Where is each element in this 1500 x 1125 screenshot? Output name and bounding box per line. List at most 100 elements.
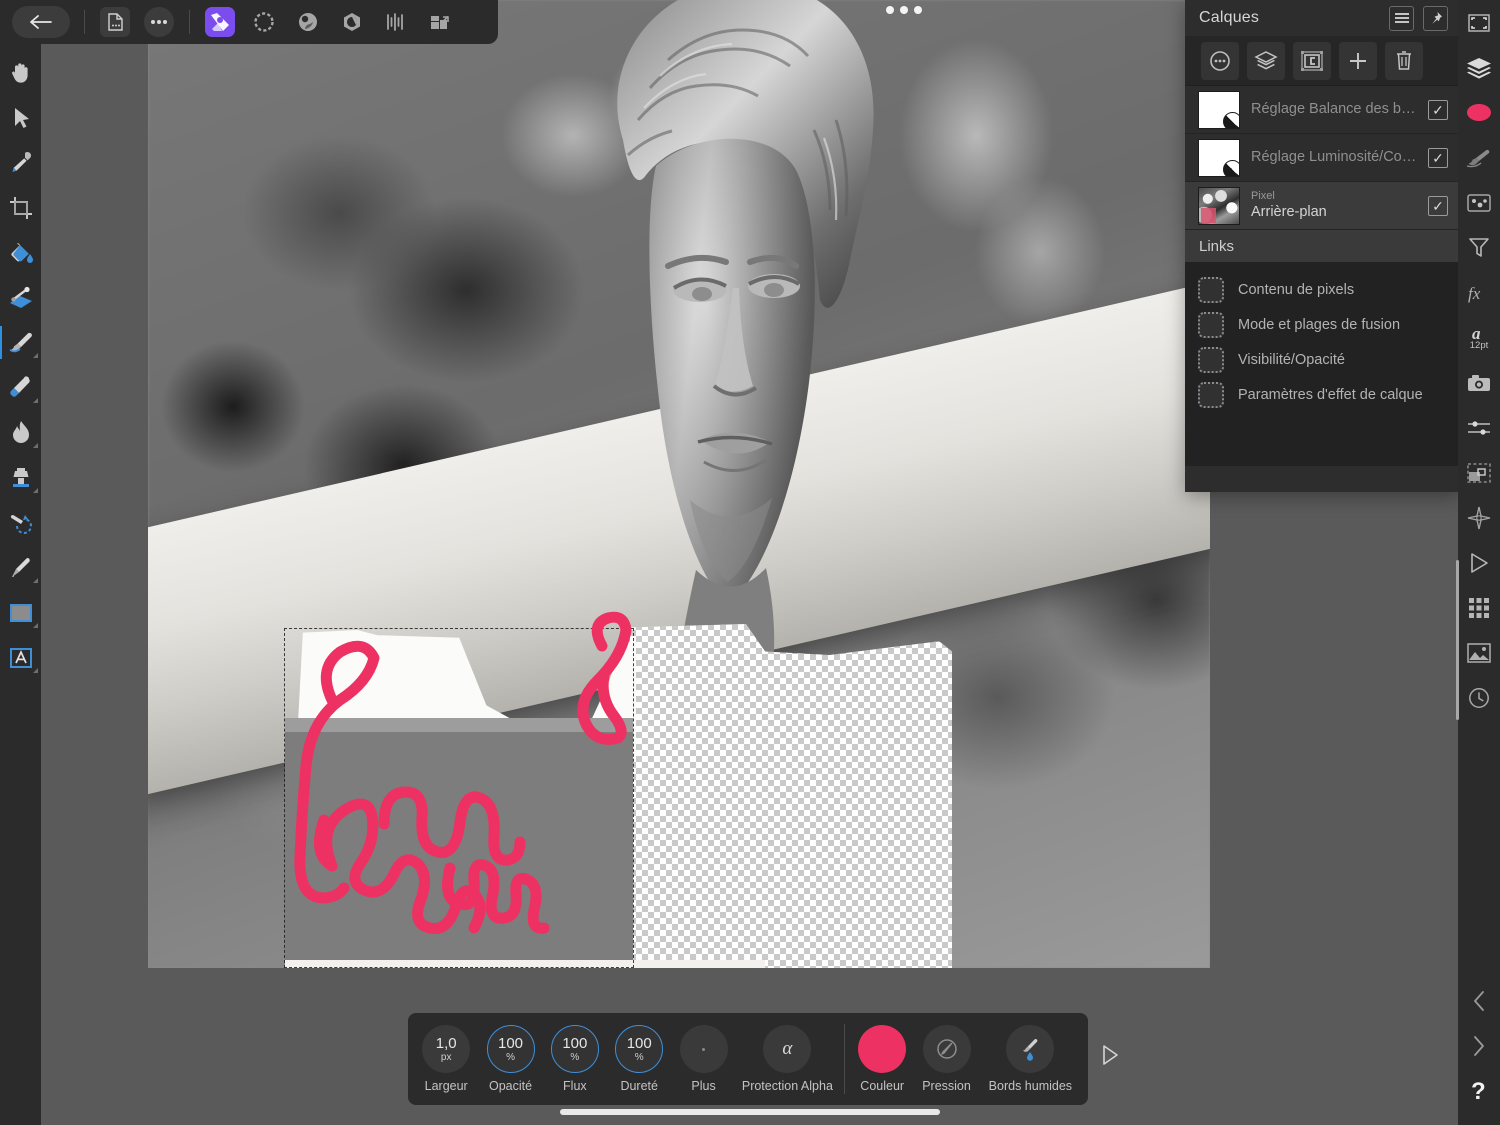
add-layer-button[interactable] [1339, 41, 1377, 80]
photo-persona-button[interactable] [198, 5, 242, 39]
adjustment-studio-icon[interactable] [1458, 225, 1500, 270]
merge-layers-button[interactable] [1247, 41, 1285, 80]
layer-visibility-checkbox[interactable]: ✓ [1428, 99, 1448, 120]
develop-persona-button[interactable] [286, 5, 330, 39]
panorama-persona-button[interactable] [374, 5, 418, 39]
link-item-visibility-opacity[interactable]: Visibilité/Opacité [1185, 342, 1460, 377]
color-picker-tool[interactable] [0, 140, 41, 185]
liquify-persona-button[interactable] [242, 5, 286, 39]
delete-layer-button[interactable] [1385, 41, 1423, 80]
pressure-icon [936, 1039, 957, 1059]
effects-studio-icon[interactable]: fx [1458, 270, 1500, 315]
text-studio-icon[interactable]: a 12pt [1458, 315, 1500, 360]
panel-menu-button[interactable] [1389, 5, 1414, 31]
layer-row[interactable]: Réglage Luminosité/Contr… ✓ [1185, 134, 1460, 182]
crop-tool[interactable] [0, 185, 41, 230]
next-panel-icon[interactable] [1458, 1023, 1500, 1068]
expand-toolbar-arrow[interactable] [1100, 1044, 1120, 1071]
brush-opacity-control[interactable]: 100 % Opacité [478, 1025, 542, 1093]
brush-more-control[interactable]: Plus [671, 1025, 735, 1093]
brush-flow-control[interactable]: 100 % Flux [543, 1025, 607, 1093]
undo-brush-tool[interactable] [0, 500, 41, 545]
wet-edges-knob[interactable] [1006, 1025, 1055, 1073]
brush-pressure-knob[interactable] [922, 1025, 971, 1073]
brush-hardness-control[interactable]: 100 % Dureté [607, 1025, 671, 1093]
layer-visibility-checkbox[interactable]: ✓ [1428, 195, 1448, 216]
eraser-tool[interactable] [0, 365, 41, 410]
gradient-icon [9, 286, 32, 308]
brush-flow-knob[interactable]: 100 % [550, 1025, 599, 1073]
link-item-pixel-content[interactable]: Contenu de pixels [1185, 272, 1460, 307]
burn-tool[interactable] [0, 410, 41, 455]
mask-layer-button[interactable] [1293, 41, 1331, 80]
alpha-protection-control[interactable]: α Protection Alpha [736, 1025, 839, 1093]
brush-pressure-control[interactable]: Pression [914, 1025, 978, 1093]
affinity-photo-window: Calques Réglage Balance des blan… ✓ Régl… [0, 0, 1500, 1125]
macro-studio-icon[interactable] [1458, 540, 1500, 585]
svg-text:fx: fx [1468, 284, 1481, 303]
canvas-move-handle[interactable] [886, 6, 922, 14]
back-button[interactable] [12, 6, 70, 38]
text-tool[interactable] [0, 635, 41, 680]
brush-opacity-knob[interactable]: 100 % [486, 1025, 535, 1073]
pen-tool[interactable] [0, 545, 41, 590]
link-checkbox[interactable] [1198, 381, 1224, 408]
layer-row[interactable]: Pixel Arrière-plan ✓ [1185, 182, 1460, 230]
shape-tool[interactable] [0, 590, 41, 635]
gradient-tool[interactable] [0, 275, 41, 320]
hand-tool[interactable] [0, 50, 41, 95]
chevron-left-icon [1474, 990, 1484, 1011]
pin-panel-button[interactable] [1423, 5, 1448, 31]
sliders-studio-icon[interactable] [1458, 405, 1500, 450]
tone-mapping-persona-button[interactable] [330, 5, 374, 39]
move-tool[interactable] [0, 95, 41, 140]
crop-icon [9, 196, 32, 219]
layer-thumbnail [1198, 138, 1240, 177]
brush-width-control[interactable]: 1,0 px Largeur [414, 1025, 478, 1093]
grid-studio-icon[interactable] [1458, 585, 1500, 630]
history-studio-icon[interactable] [1458, 675, 1500, 720]
snapshot-studio-icon[interactable] [1458, 360, 1500, 405]
alpha-glyph-icon: α [782, 1038, 793, 1059]
brush-colour-swatch[interactable] [858, 1025, 907, 1073]
clone-stamp-tool[interactable] [0, 455, 41, 500]
paint-brush-tool[interactable] [0, 320, 41, 365]
brush-more-knob[interactable] [679, 1025, 728, 1073]
wet-edges-control[interactable]: Bords humides [979, 1025, 1082, 1093]
layer-options-button[interactable] [1201, 41, 1239, 80]
alpha-protection-knob[interactable]: α [763, 1025, 812, 1073]
layer-visibility-checkbox[interactable]: ✓ [1428, 147, 1448, 168]
layer-row[interactable]: Réglage Balance des blan… ✓ [1185, 86, 1460, 134]
link-checkbox[interactable] [1198, 276, 1224, 303]
link-label: Contenu de pixels [1238, 281, 1355, 298]
question-mark-icon: ? [1471, 1078, 1486, 1105]
paint-bucket-tool[interactable] [0, 230, 41, 275]
transform-studio-icon[interactable] [1458, 450, 1500, 495]
compass-icon [1467, 506, 1491, 529]
more-menu-button[interactable] [137, 5, 181, 39]
document-canvas[interactable] [148, 0, 1210, 968]
brush-pressure-label: Pression [922, 1079, 971, 1093]
previous-panel-icon[interactable] [1458, 978, 1500, 1023]
assets-studio-icon[interactable] [1458, 630, 1500, 675]
brush-colour-control[interactable]: Couleur [850, 1025, 914, 1093]
link-item-layer-effect-params[interactable]: Paramètres d'effet de calque [1185, 377, 1460, 412]
link-checkbox[interactable] [1198, 311, 1224, 338]
layers-studio-icon[interactable] [1458, 45, 1500, 90]
clock-icon [1469, 687, 1489, 708]
navigator-studio-icon[interactable] [1458, 495, 1500, 540]
brush-width-knob[interactable]: 1,0 px [422, 1025, 471, 1073]
chevron-right-icon [1474, 1035, 1484, 1056]
export-persona-button[interactable] [418, 5, 462, 39]
brush-hardness-knob[interactable]: 100 % [615, 1025, 664, 1073]
link-checkbox[interactable] [1198, 346, 1224, 373]
colour-swatch [1467, 104, 1491, 121]
brushes-studio-icon[interactable] [1458, 135, 1500, 180]
rail-scrollbar[interactable] [1456, 560, 1459, 720]
studio-toggle-icon[interactable] [1458, 0, 1500, 45]
document-menu-button[interactable] [93, 5, 137, 39]
link-item-blend-mode[interactable]: Mode et plages de fusion [1185, 307, 1460, 342]
swatches-studio-icon[interactable] [1458, 180, 1500, 225]
colour-studio-icon[interactable] [1458, 90, 1500, 135]
help-icon[interactable]: ? [1458, 1068, 1500, 1113]
